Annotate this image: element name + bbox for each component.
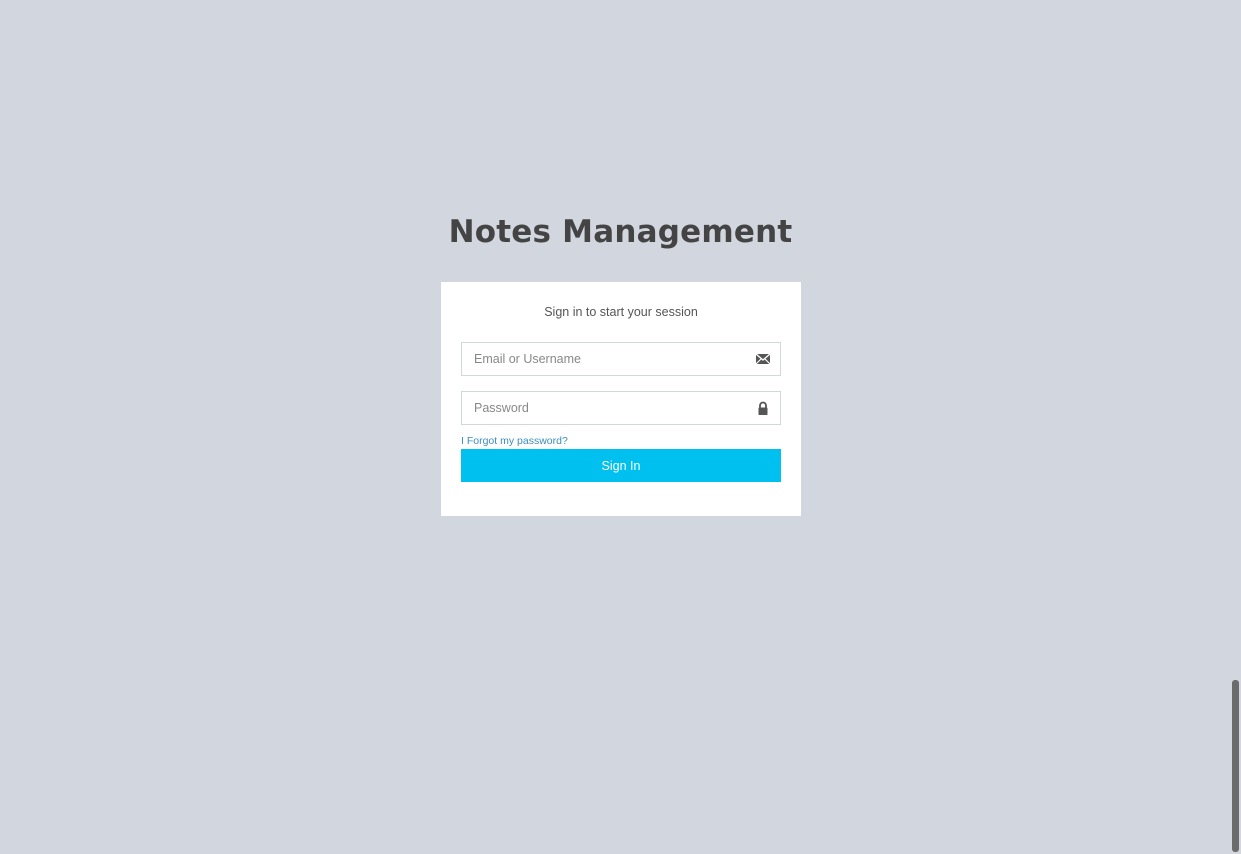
email-input[interactable] bbox=[462, 343, 742, 375]
sign-in-button[interactable]: Sign In bbox=[461, 449, 781, 482]
login-box: Sign in to start your session I Forgot m… bbox=[441, 282, 801, 516]
envelope-icon bbox=[755, 352, 771, 366]
login-box-message: Sign in to start your session bbox=[544, 305, 698, 319]
scrollbar-thumb[interactable] bbox=[1232, 680, 1239, 852]
email-field-group bbox=[461, 342, 781, 376]
lock-icon bbox=[755, 401, 771, 415]
password-field-group bbox=[461, 391, 781, 425]
page-title: Notes Management bbox=[448, 214, 793, 250]
password-input[interactable] bbox=[462, 392, 742, 424]
forgot-password-link[interactable]: I Forgot my password? bbox=[461, 434, 568, 448]
